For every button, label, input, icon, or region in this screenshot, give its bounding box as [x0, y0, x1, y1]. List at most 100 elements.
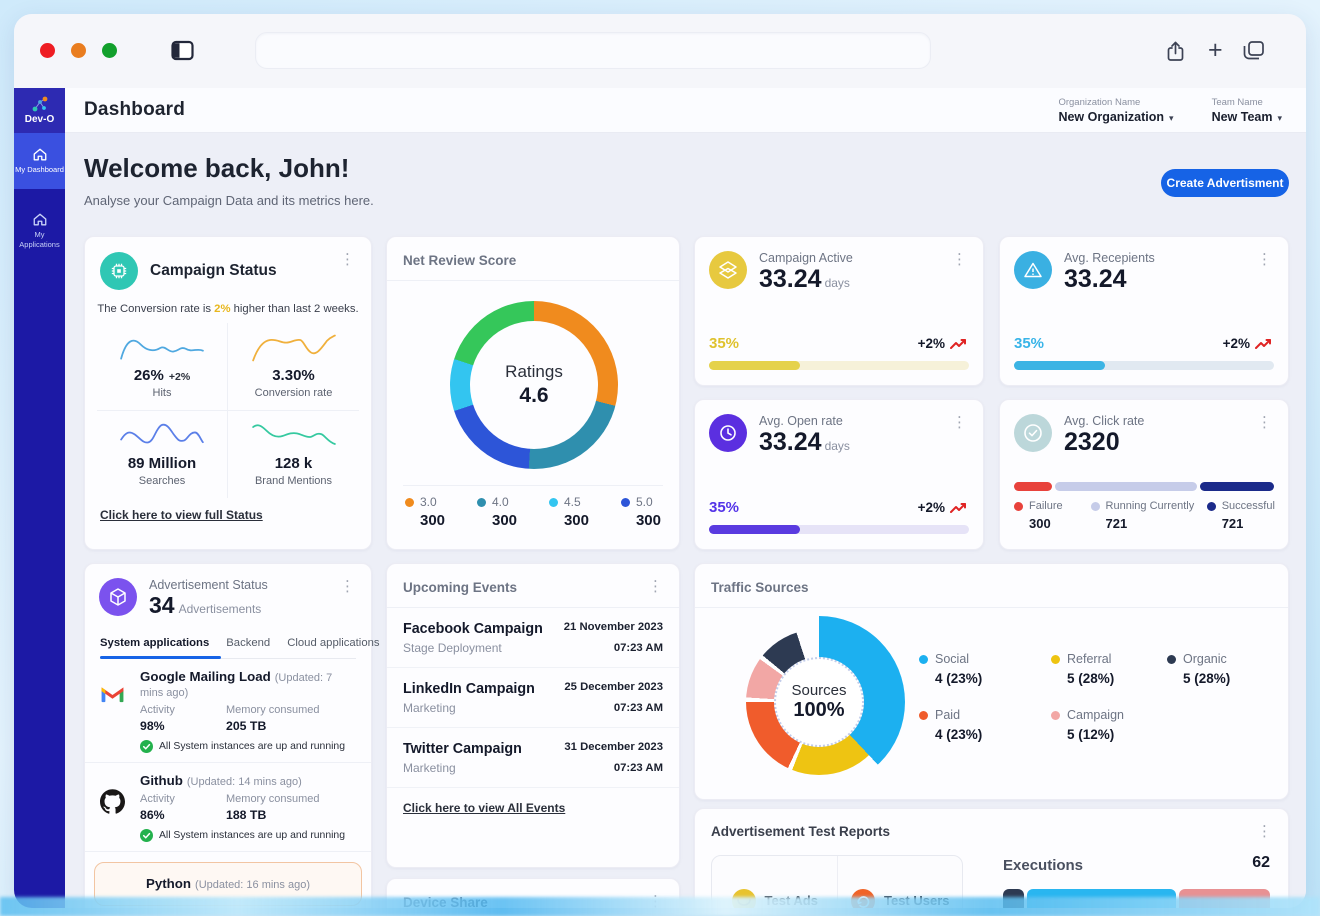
sparkline-hits: [114, 332, 210, 364]
progress-bar: [1014, 361, 1274, 370]
card-title: Campaign Status: [150, 262, 277, 280]
legend-item: Campaign 5 (12%): [1051, 708, 1124, 742]
legend-dot: [477, 498, 486, 507]
kebab-menu-icon[interactable]: [336, 250, 359, 269]
progress-bar: [709, 525, 969, 534]
team-dropdown[interactable]: Team Name New Team▾: [1212, 97, 1282, 124]
traffic-sources-card: Traffic Sources Sources 100% Social 4 (2…: [694, 563, 1289, 800]
progress-fill: [709, 525, 800, 534]
sparkline-brand-mentions: [246, 420, 342, 452]
legend-item: 4.5 300: [549, 495, 589, 529]
legend-dot: [919, 655, 928, 664]
kebab-menu-icon[interactable]: [1253, 250, 1276, 269]
ratings-donut-chart: Ratings 4.6: [450, 301, 618, 469]
avg-recepients-card: Avg. Recepients 33.24 35% +2%: [999, 236, 1289, 386]
legend-dot: [621, 498, 630, 507]
donut-center-value: 4.6: [519, 384, 548, 408]
browser-toolbar: +: [14, 14, 1306, 88]
cube-icon: [99, 578, 137, 616]
check-circle-icon: [1014, 414, 1052, 452]
organization-value: New Organization: [1058, 110, 1164, 124]
app-logo[interactable]: Dev-O: [14, 88, 65, 133]
donut-center-value: 100%: [793, 699, 844, 722]
organization-dropdown[interactable]: Organization Name New Organization ▾: [1058, 97, 1173, 124]
delta-value: +2%: [1223, 336, 1274, 351]
maximize-window-button[interactable]: [102, 43, 117, 58]
url-field[interactable]: [255, 32, 931, 69]
organization-label: Organization Name: [1058, 97, 1173, 108]
create-advertisment-button[interactable]: Create Advertisment: [1161, 169, 1289, 197]
legend-dot: [1207, 502, 1216, 511]
chevron-down-icon: ▾: [1169, 113, 1174, 123]
new-tab-icon[interactable]: +: [1208, 40, 1223, 61]
segment-failure: [1014, 482, 1052, 491]
percent-value: 35%: [709, 335, 739, 352]
upcoming-events-card: Upcoming Events Facebook CampaignStage D…: [386, 563, 680, 868]
legend-dot: [549, 498, 558, 507]
kebab-menu-icon[interactable]: [948, 250, 971, 269]
share-icon[interactable]: [1166, 40, 1185, 67]
event-row: LinkedIn CampaignMarketing 25 December 2…: [387, 668, 679, 728]
card-title: Traffic Sources: [695, 564, 1288, 608]
card-title: Upcoming Events: [387, 564, 679, 608]
sidebar-item-my-applications[interactable]: My Applications: [14, 203, 65, 259]
tab-backend[interactable]: Backend: [226, 637, 270, 649]
event-row: Facebook CampaignStage Deployment 21 Nov…: [387, 608, 679, 668]
delta-value: +2%: [918, 500, 969, 515]
view-full-status-link[interactable]: Click here to view full Status: [100, 508, 263, 522]
advertisement-test-reports-card: Advertisement Test Reports Test Ads Test…: [694, 808, 1289, 908]
percent-value: 35%: [709, 499, 739, 516]
campaign-status-card: Campaign Status The Conversion rate is 2…: [84, 236, 372, 550]
legend-item: 5.0 300: [621, 495, 661, 529]
kebab-menu-icon[interactable]: [336, 577, 359, 596]
card-title: Net Review Score: [387, 237, 679, 281]
segmented-bar: [1014, 482, 1274, 491]
tab-cloud-applications[interactable]: Cloud applications: [287, 637, 379, 649]
metric-searches: 89 Million Searches: [97, 411, 228, 498]
sparkline-searches: [114, 420, 210, 452]
kebab-menu-icon[interactable]: [948, 413, 971, 432]
metric-brand-mentions: 128 k Brand Mentions: [228, 411, 359, 498]
ratings-legend: 3.0 300 4.0 300 4.5 300 5.0 300: [405, 495, 661, 529]
legend-item: Failure 300: [1014, 500, 1091, 531]
metric-conversion-rate: 3.30% Conversion rate: [228, 323, 359, 411]
view-all-events-link[interactable]: Click here to view All Events: [403, 801, 565, 815]
team-value: New Team: [1212, 110, 1273, 124]
sidebar-item-label: My Applications: [14, 230, 65, 250]
legend-item: 4.0 300: [477, 495, 517, 529]
show-tabs-icon[interactable]: [1242, 40, 1265, 66]
kebab-menu-icon[interactable]: [644, 577, 667, 596]
kebab-menu-icon[interactable]: [1253, 413, 1276, 432]
avg-open-rate-card: Avg. Open rate 33.24days 35% +2%: [694, 399, 984, 550]
team-label: Team Name: [1212, 97, 1282, 108]
sources-donut-chart: Sources 100%: [733, 616, 905, 788]
progress-bar: [709, 361, 969, 370]
progress-fill: [1014, 361, 1105, 370]
segment-running: [1055, 482, 1197, 491]
sidebar-item-my-dashboard[interactable]: My Dashboard: [14, 133, 65, 189]
legend-dot: [1091, 502, 1100, 511]
close-window-button[interactable]: [40, 43, 55, 58]
campaign-active-card: Campaign Active 33.24days 35% +2%: [694, 236, 984, 386]
app-logo-text: Dev-O: [25, 114, 54, 125]
sidebar-toggle-icon[interactable]: [171, 40, 194, 66]
app-status: All System instances are up and running: [140, 829, 356, 842]
divider: [403, 485, 663, 486]
minimize-window-button[interactable]: [71, 43, 86, 58]
legend-item: Paid 4 (23%): [919, 708, 982, 742]
tab-system-applications[interactable]: System applications: [100, 637, 209, 649]
legend-dot: [919, 711, 928, 720]
legend-item: 3.0 300: [405, 495, 445, 529]
trend-up-icon: [949, 337, 969, 350]
sidebar-item-label: My Dashboard: [15, 165, 64, 175]
legend-dot: [1167, 655, 1176, 664]
app-tabs: System applications Backend Cloud applic…: [100, 637, 356, 659]
kebab-menu-icon[interactable]: [1253, 822, 1276, 841]
metric-unit: days: [825, 439, 850, 453]
app-sidebar: Dev-O My Dashboard My Applications: [14, 88, 65, 908]
card-title: Avg. Recepients: [1064, 251, 1155, 265]
card-title: Advertisement Test Reports: [695, 809, 1288, 854]
app-status: All System instances are up and running: [140, 740, 356, 753]
browser-window: + Dev-O My Dashboard My Applications Das…: [14, 14, 1306, 908]
legend-dot: [1051, 655, 1060, 664]
